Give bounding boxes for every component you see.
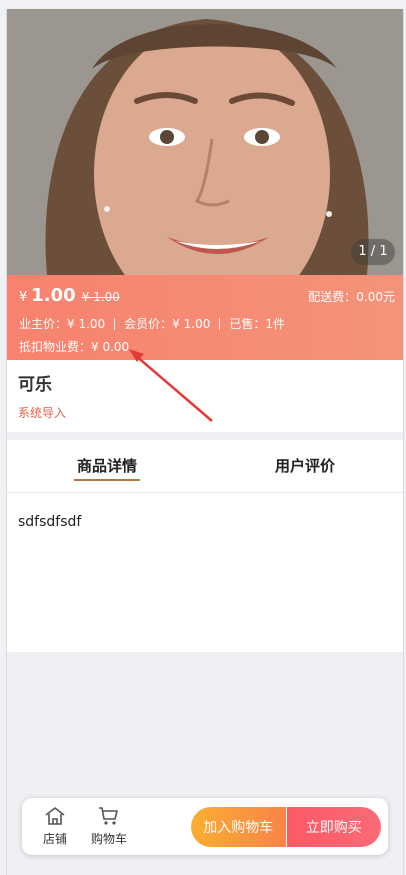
home-icon (45, 807, 65, 825)
cart-icon (99, 807, 118, 825)
cart-label: 购物车 (90, 832, 127, 846)
active-tab-indicator (74, 479, 140, 481)
member-price: 会员价：¥ 1.00 (124, 317, 211, 331)
cart-button[interactable]: 购物车 (84, 806, 134, 847)
shop-label: 店铺 (42, 832, 67, 846)
buy-now-button[interactable]: 立即购买 (286, 807, 381, 847)
product-name: 可乐 (18, 375, 52, 395)
price-info-row: 业主价：¥ 1.00 会员价：¥ 1.00 已售：1件 (19, 315, 285, 332)
property-fee-deduction: 抵扣物业费：¥ 0.00 (19, 340, 130, 354)
sale-price: 1.00 (31, 285, 76, 306)
tab-user-reviews[interactable]: 用户评价 (265, 440, 345, 493)
product-image[interactable]: 1 / 1 (7, 9, 403, 275)
add-to-cart-button[interactable]: 加入购物车 (191, 807, 286, 847)
product-title-card: 可乐 系统导入 (7, 360, 403, 432)
price-banner: ¥ 1.00 ¥ 1.00 配送费：0.00元 业主价：¥ 1.00 会员价：¥… (7, 275, 403, 360)
owner-price: 业主价：¥ 1.00 (19, 317, 106, 331)
divider (114, 317, 116, 330)
tab-bar: 商品详情 用户评价 (7, 440, 403, 493)
detail-tabs-card: 商品详情 用户评价 sdfsdfsdf (7, 440, 403, 652)
app-frame: 1 / 1 ¥ 1.00 ¥ 1.00 配送费：0.00元 业主价：¥ 1.00… (6, 9, 404, 875)
shipping-fee: 配送费：0.00元 (308, 290, 395, 304)
bottom-action-bar: 店铺 购物车 加入购物车 立即购买 (22, 798, 388, 855)
purchase-buttons: 加入购物车 立即购买 (191, 807, 381, 847)
tab-product-detail[interactable]: 商品详情 (67, 440, 147, 493)
currency-symbol: ¥ (19, 290, 28, 305)
product-photo (7, 9, 403, 275)
image-pager: 1 / 1 (351, 239, 395, 265)
divider (219, 317, 221, 330)
original-price: ¥ 1.00 (81, 290, 120, 304)
sold-count: 已售：1件 (229, 317, 285, 331)
product-source: 系统导入 (18, 406, 67, 420)
product-detail-text: sdfsdfsdf (18, 514, 82, 530)
shop-button[interactable]: 店铺 (40, 806, 70, 847)
price-row: ¥ 1.00 ¥ 1.00 (19, 285, 120, 306)
